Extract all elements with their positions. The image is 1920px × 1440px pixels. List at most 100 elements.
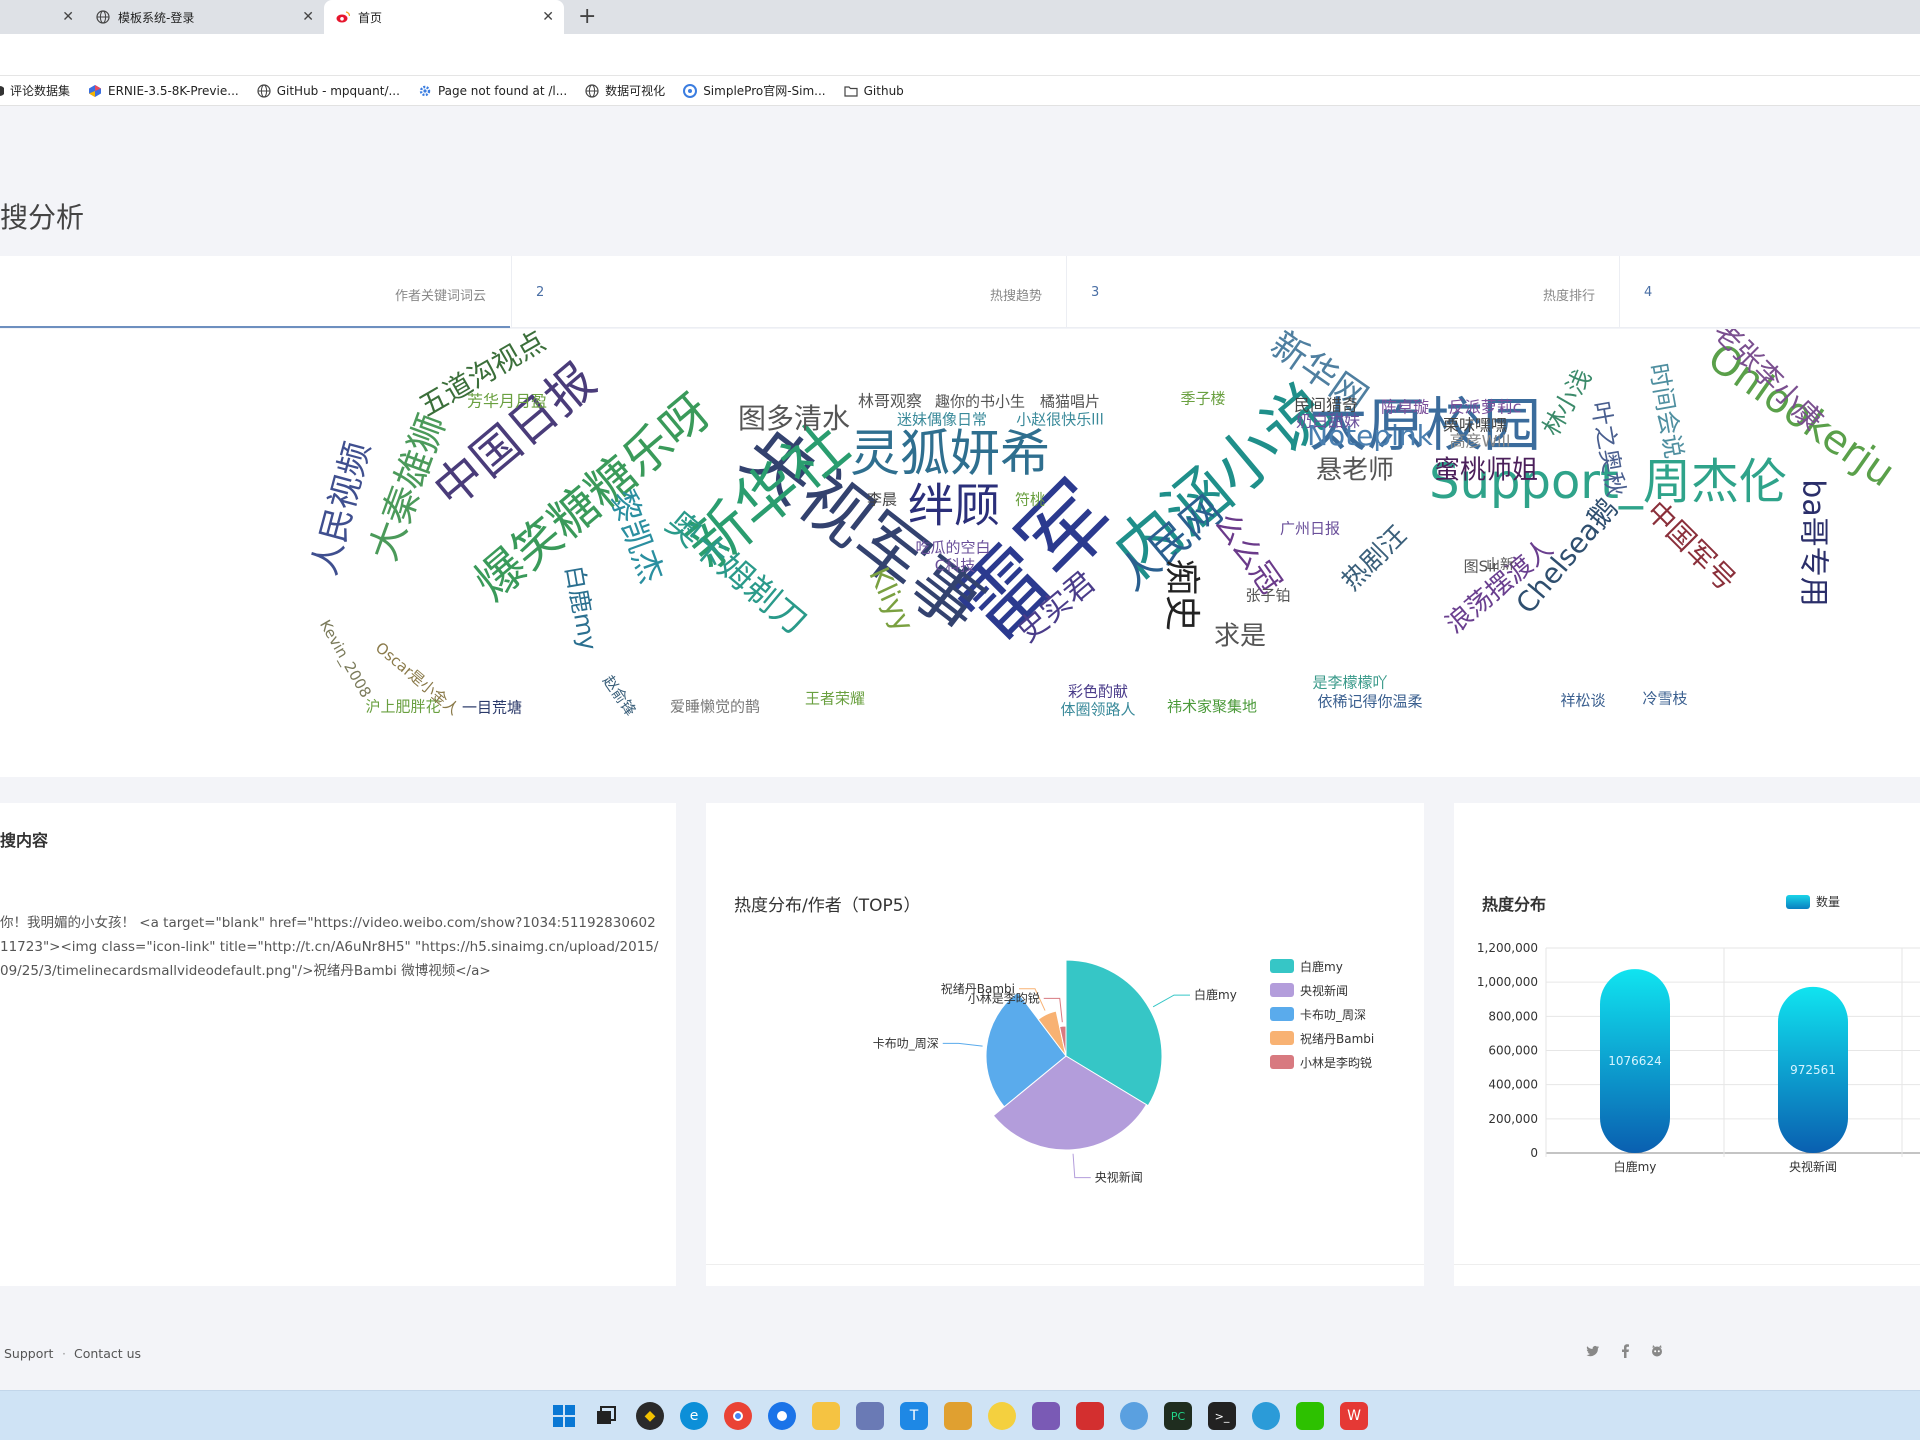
legend-swatch bbox=[1270, 1055, 1294, 1069]
word-cloud-word: 广州日报 bbox=[1280, 520, 1340, 538]
hot-content-text: 你！我明媚的小女孩！ <a target="blank" href="https… bbox=[0, 915, 659, 979]
close-icon[interactable]: ✕ bbox=[302, 9, 314, 25]
new-tab-button[interactable]: + bbox=[578, 4, 596, 29]
task-view-icon[interactable] bbox=[592, 1402, 620, 1430]
tab-hot-rank[interactable]: 3 热度排行 bbox=[1067, 256, 1619, 328]
bookmark-item[interactable]: 数据可视化 bbox=[585, 82, 665, 99]
legend-label: 央视新闻 bbox=[1300, 983, 1349, 998]
word-cloud-word: 高彦Will bbox=[1450, 432, 1511, 451]
globe-icon bbox=[585, 83, 599, 98]
legend-item[interactable]: 卡布叻_周深 bbox=[1270, 1002, 1374, 1026]
terminal-icon[interactable]: >_ bbox=[1208, 1402, 1236, 1430]
pycharm-icon[interactable]: PC bbox=[1164, 1402, 1192, 1430]
avatar-icon[interactable] bbox=[1032, 1402, 1060, 1430]
tab-keyword-cloud[interactable]: 作者关键词词云 bbox=[0, 256, 510, 328]
edge-icon[interactable]: e bbox=[680, 1402, 708, 1430]
word-cloud-word: 热剧汪 bbox=[1336, 520, 1412, 596]
word-cloud-word: 一目荒塘 bbox=[462, 699, 522, 717]
legend-label: 卡布叻_周深 bbox=[1300, 1007, 1367, 1022]
pie-label-line bbox=[942, 1042, 983, 1047]
tab-hot-trend[interactable]: 2 热搜趋势 bbox=[512, 256, 1066, 328]
support-link[interactable]: Support bbox=[4, 1346, 53, 1361]
browser-tab-0[interactable]: ✕ bbox=[0, 0, 84, 34]
bookmark-item[interactable]: 评论数据集 bbox=[0, 82, 70, 99]
pie-label-line bbox=[1072, 1153, 1091, 1179]
tab-4[interactable]: 4 bbox=[1620, 256, 1920, 328]
app-icon[interactable] bbox=[1076, 1402, 1104, 1430]
y-tick-label: 0 bbox=[1530, 1146, 1538, 1160]
bookmark-label: Github bbox=[863, 83, 904, 98]
bar-chart: 0 200,000 400,000 600,000 800,000 1,000,000 1,… bbox=[1477, 941, 1920, 1174]
github-icon[interactable] bbox=[1650, 1344, 1664, 1361]
x-tick-label: 白鹿my bbox=[1614, 1159, 1657, 1174]
bookmark-item[interactable]: Page not found at /l... bbox=[418, 84, 567, 98]
word-cloud-word: 张子铂 bbox=[1245, 587, 1290, 605]
word-cloud-word: 绊顾 bbox=[908, 479, 1000, 533]
legend-item[interactable]: 央视新闻 bbox=[1270, 978, 1374, 1002]
card-divider bbox=[1454, 1264, 1920, 1265]
word-cloud-word: 中国军号 bbox=[1640, 495, 1743, 598]
search-app-icon[interactable] bbox=[1252, 1402, 1280, 1430]
tab-label: 作者关键词词云 bbox=[394, 289, 486, 304]
word-cloud-word: 冷雪枝 bbox=[1642, 690, 1687, 708]
bookmark-item[interactable]: GitHub - mpquant/... bbox=[257, 84, 400, 98]
word-cloud-word: 陈卓璇 bbox=[1381, 398, 1429, 417]
bookmark-item[interactable]: ERNIE-3.5-8K-Previe... bbox=[88, 84, 239, 98]
y-tick-label: 1,000,000 bbox=[1477, 975, 1538, 989]
contact-link[interactable]: Contact us bbox=[74, 1346, 141, 1361]
wps-icon[interactable]: W bbox=[1340, 1402, 1368, 1430]
shield-icon[interactable]: ◆ bbox=[636, 1402, 664, 1430]
browser-tab-1[interactable]: 模板系统-登录 ✕ bbox=[84, 0, 324, 34]
bar-chart-card: 热度分布 数量 0 200,000 400,000 600,000 800,000 1,0… bbox=[1454, 803, 1920, 1286]
word-cloud-word: 反派萝莉c bbox=[1449, 398, 1522, 417]
app-icon[interactable] bbox=[1120, 1402, 1148, 1430]
browser-tab-2[interactable]: 首页 ✕ bbox=[324, 0, 564, 34]
word-cloud-word: 趣你的书小生 bbox=[935, 393, 1025, 411]
word-cloud: 雷军央视军事 内涵小说新华社 太原校园Support_周杰伦灵狐妍希爆笑糖糖乐呀中国… bbox=[305, 329, 1903, 719]
circle-app-icon[interactable] bbox=[768, 1402, 796, 1430]
gear-icon bbox=[418, 84, 432, 98]
word-cloud-word: 小赵很快乐lll bbox=[1016, 411, 1104, 429]
tab-label: 热搜趋势 bbox=[989, 289, 1042, 304]
browser-tab-title: 模板系统-登录 bbox=[118, 10, 195, 25]
twitter-icon[interactable] bbox=[1586, 1344, 1600, 1361]
tab-number: 3 bbox=[1091, 285, 1100, 300]
close-icon[interactable]: ✕ bbox=[62, 9, 74, 25]
word-cloud-word: 季子楼 bbox=[1180, 390, 1225, 408]
word-cloud-word: 符桃 bbox=[1015, 491, 1045, 509]
app-icon[interactable] bbox=[944, 1402, 972, 1430]
close-icon[interactable]: ✕ bbox=[542, 9, 554, 25]
address-bar[interactable] bbox=[0, 34, 1920, 76]
word-cloud-word: 依稀记得你温柔 bbox=[1317, 693, 1422, 711]
page-title: 搜分析 bbox=[0, 201, 85, 234]
legend-item[interactable]: 小林是李昀锐 bbox=[1270, 1050, 1374, 1074]
app-icon[interactable] bbox=[856, 1402, 884, 1430]
bookmark-item[interactable]: Github bbox=[844, 84, 904, 98]
legend-item[interactable]: 祝绪丹Bambi bbox=[1270, 1026, 1374, 1050]
tab-number: 2 bbox=[536, 285, 545, 300]
word-cloud-word: 灵狐妍希 bbox=[850, 425, 1050, 483]
taskbar: ◆ e T PC >_ W bbox=[0, 1390, 1920, 1440]
start-icon[interactable] bbox=[550, 1402, 578, 1430]
app-icon[interactable] bbox=[988, 1402, 1016, 1430]
chrome-icon[interactable] bbox=[724, 1402, 752, 1430]
y-tick-label: 200,000 bbox=[1488, 1112, 1538, 1126]
bookmark-item[interactable]: SimplePro官网-Sim... bbox=[683, 82, 826, 99]
editor-icon[interactable]: T bbox=[900, 1402, 928, 1430]
card-divider bbox=[706, 1264, 1424, 1265]
wechat-icon[interactable] bbox=[1296, 1402, 1324, 1430]
word-cloud-word: 体圈领路人 bbox=[1060, 701, 1135, 719]
word-cloud-word: 橘猫唱片 bbox=[1040, 393, 1100, 411]
legend-item[interactable]: 白鹿my bbox=[1270, 954, 1374, 978]
bookmark-label: SimplePro官网-Sim... bbox=[703, 84, 826, 98]
facebook-icon[interactable] bbox=[1620, 1344, 1630, 1361]
file-explorer-icon[interactable] bbox=[812, 1402, 840, 1430]
word-cloud-panel: 雷军 央视军事 内涵小说 新华社 太原校园 Support_周杰伦 灵狐妍希 爆笑糖糖乐呀 中国… bbox=[0, 329, 1920, 777]
tab-label: 热度排行 bbox=[1542, 289, 1595, 304]
bookmark-icon bbox=[0, 84, 4, 98]
pie-label: 卡布叻_周深 bbox=[873, 1036, 939, 1050]
word-cloud-word: 彩色酌献 bbox=[1068, 683, 1128, 701]
word-cloud-word: ba哥专用 bbox=[1796, 479, 1831, 606]
card-title: 搜内容 bbox=[0, 831, 49, 850]
hot-content-card: 搜内容 你！我明媚的小女孩！ <a target="blank" href="h… bbox=[0, 803, 676, 1286]
